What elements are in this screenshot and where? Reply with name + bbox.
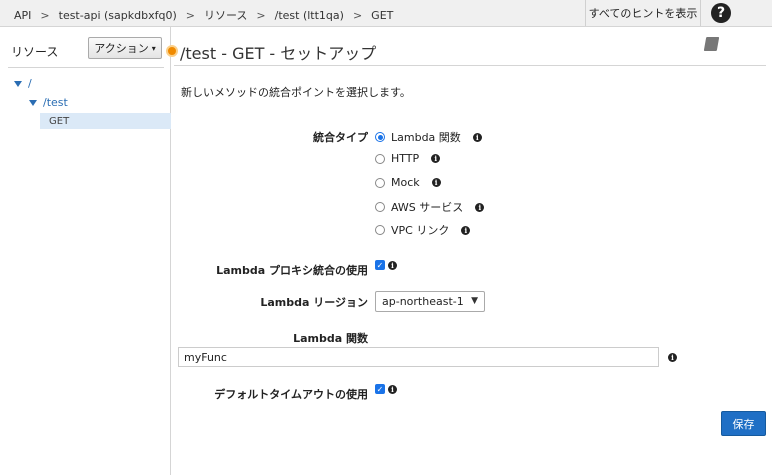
radio-button[interactable] [375,202,385,212]
breadcrumb-item-method: GET [371,9,394,22]
info-icon[interactable]: i [472,132,482,142]
lambda-function-label: Lambda 関数 [293,332,368,345]
info-icon[interactable]: i [431,154,441,163]
radio-button[interactable] [375,225,385,235]
breadcrumb-separator: > [40,9,50,22]
help-icon[interactable]: ? [711,3,731,23]
book-icon[interactable] [703,37,720,51]
resources-title: リソース [11,45,59,59]
page-title: /test - GET - セットアップ [180,44,377,63]
expand-triangle-icon[interactable] [14,80,22,87]
info-icon[interactable]: i [388,384,397,394]
radio-label: AWS サービス [391,201,464,214]
radio-label: VPC リンク [391,224,450,237]
top-bar: API > test-api (sapkdbxfq0) > リソース > /test (lt… [0,0,772,27]
divider [8,67,164,68]
tree-item-test[interactable]: /test [29,96,68,109]
tree-item-label: GET [49,115,70,127]
divider [174,65,766,66]
resources-panel: リソース アクション ▾ / /test GET [0,27,171,475]
lambda-function-input[interactable]: myFunc [178,347,659,367]
tree-item-get[interactable]: GET [40,113,171,129]
intro-text: 新しいメソッドの統合ポイントを選択します。 [181,86,411,99]
radio-button[interactable] [375,132,385,142]
tree-item-label: /test [43,96,68,109]
lambda-proxy-checkbox[interactable]: ✓ [375,260,385,270]
radio-mock[interactable]: Mock i [375,176,441,189]
info-icon[interactable]: i [475,202,485,212]
integration-type-label: 統合タイプ [313,131,368,144]
default-timeout-checkbox[interactable]: ✓ [375,384,385,394]
breadcrumb-item-api-name[interactable]: test-api (sapkdbxfq0) [59,9,177,22]
step-marker-icon [166,45,178,57]
breadcrumb: API > test-api (sapkdbxfq0) > リソース > /test (lt… [14,7,393,23]
breadcrumb-separator: > [352,9,363,22]
default-timeout-field: ✓ i [375,384,397,394]
lambda-region-select[interactable]: ap-northeast-1 ▼ [375,291,485,312]
radio-button[interactable] [375,177,385,188]
save-button[interactable]: 保存 [721,411,766,436]
actions-label: アクション [94,42,149,55]
radio-aws-service[interactable]: AWS サービス i [375,199,485,215]
radio-vpc-link[interactable]: VPC リンク i [375,222,471,238]
lambda-region-label: Lambda リージョン [260,296,368,309]
radio-label: Lambda 関数 [391,131,461,144]
breadcrumb-item-resources[interactable]: リソース [204,7,247,23]
breadcrumb-item-api[interactable]: API [14,9,31,22]
radio-label: HTTP [391,152,420,165]
show-all-hints-button[interactable]: すべてのヒントを表示 [585,0,701,26]
info-icon[interactable]: i [668,353,677,362]
lambda-proxy-label: Lambda プロキシ統合の使用 [216,264,368,277]
radio-lambda-function[interactable]: Lambda 関数 i [375,129,482,145]
chevron-down-icon: ▼ [471,296,478,306]
breadcrumb-separator: > [256,9,266,22]
actions-button[interactable]: アクション ▾ [88,37,162,59]
breadcrumb-separator: > [185,9,195,22]
lambda-function-value: myFunc [184,350,227,364]
tree-item-root[interactable]: / [14,77,32,90]
lambda-region-value: ap-northeast-1 [382,295,464,308]
info-icon[interactable]: i [461,225,471,235]
info-icon[interactable]: i [388,260,397,270]
tree-item-label: / [28,77,32,90]
caret-down-icon: ▾ [151,43,156,53]
info-icon[interactable]: i [431,178,441,187]
radio-button[interactable] [375,153,385,164]
breadcrumb-item-resource[interactable]: /test (ltt1qa) [275,9,344,22]
expand-triangle-icon[interactable] [29,99,37,106]
lambda-proxy-field: ✓ i [375,260,397,270]
radio-label: Mock [391,176,420,189]
radio-http[interactable]: HTTP i [375,152,441,165]
default-timeout-label: デフォルトタイムアウトの使用 [214,388,368,401]
